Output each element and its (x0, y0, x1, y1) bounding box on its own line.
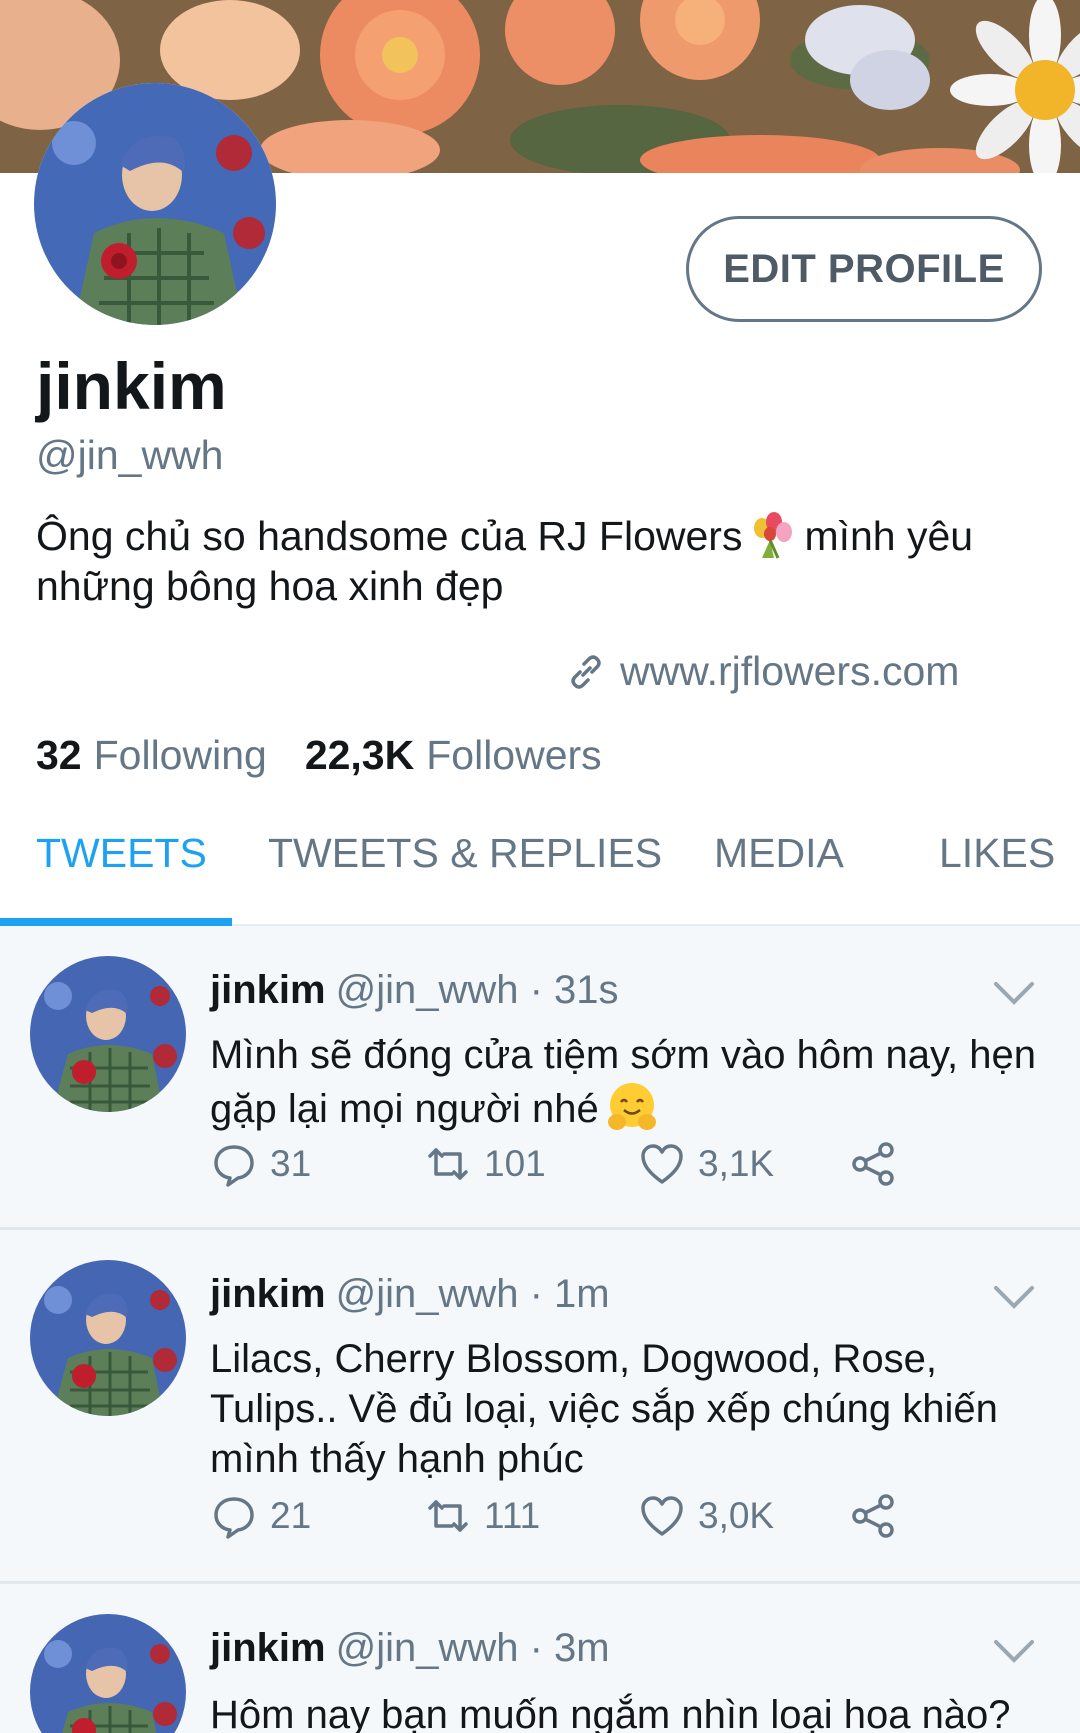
tweet-author-name[interactable]: jinkim (210, 1626, 326, 1670)
tweet-header: jinkim @jin_wwh · 3m (210, 1626, 610, 1671)
tab-tweets[interactable]: TWEETS (36, 830, 207, 877)
following-label: Following (93, 732, 267, 778)
profile-display-name: jinkim (36, 349, 227, 423)
bouquet-emoji (754, 512, 793, 559)
following-count: 32 (36, 732, 82, 778)
reply-icon (214, 1497, 254, 1539)
tweet-item[interactable]: jinkim @jin_wwh · 3m Hôm nay bạn muốn ngắ… (0, 1584, 1080, 1733)
reply-count: 31 (270, 1143, 312, 1184)
share-icon (852, 1494, 894, 1538)
profile-tabs: TWEETS TWEETS & REPLIES MEDIA LIKES (0, 800, 1080, 926)
retweet-count: 101 (484, 1143, 546, 1184)
tweet-text: Lilacs, Cherry Blossom, Dogwood, Rose, T… (210, 1337, 998, 1481)
bio-text-part1: Ông chủ so handsome của RJ Flowers (36, 513, 743, 559)
website-text: www.rjflowers.com (620, 648, 960, 694)
following-stat[interactable]: 32 Following (36, 732, 267, 779)
tweet-timestamp: · 3m (529, 1626, 610, 1670)
tweet-item[interactable]: jinkim @jin_wwh · 1m Lilacs, Cherry Bloss… (0, 1230, 1080, 1584)
tab-media[interactable]: MEDIA (714, 830, 844, 877)
retweet-icon (428, 1148, 468, 1180)
reply-button[interactable]: 21 (210, 1492, 311, 1540)
followers-stat[interactable]: 22,3K Followers (305, 732, 602, 779)
reply-button[interactable]: 31 (210, 1140, 311, 1188)
chevron-down-icon[interactable] (992, 978, 1036, 1008)
tweet-header: jinkim @jin_wwh · 31s (210, 968, 619, 1013)
like-count: 3,0K (698, 1495, 775, 1536)
retweet-button[interactable]: 111 (424, 1492, 540, 1540)
profile-website-link[interactable]: www.rjflowers.com (566, 648, 959, 695)
reply-count: 21 (270, 1495, 312, 1536)
retweet-count: 111 (484, 1495, 541, 1536)
tab-likes[interactable]: LIKES (939, 830, 1055, 877)
avatar-image (34, 83, 276, 325)
active-tab-indicator (0, 918, 232, 926)
tweet-item[interactable]: jinkim @jin_wwh · 31s Mình sẽ đóng cửa ti… (0, 926, 1080, 1230)
tweet-avatar[interactable] (30, 1614, 186, 1733)
chevron-down-icon[interactable] (992, 1282, 1036, 1312)
tweet-feed[interactable]: jinkim @jin_wwh · 31s Mình sẽ đóng cửa ti… (0, 926, 1080, 1733)
tweet-author-handle: @jin_wwh (335, 1626, 519, 1670)
tweet-actions: 31 101 3,1K (210, 1140, 910, 1190)
tab-tweets-replies[interactable]: TWEETS & REPLIES (268, 830, 662, 877)
chevron-down-icon[interactable] (992, 1636, 1036, 1666)
link-icon (571, 654, 601, 689)
retweet-button[interactable]: 101 (424, 1140, 546, 1188)
retweet-icon (428, 1500, 468, 1532)
tweet-timestamp: · 31s (529, 968, 619, 1012)
tweet-actions: 21 111 3,0K (210, 1492, 910, 1542)
tweet-timestamp: · 1m (529, 1272, 610, 1316)
reply-icon (214, 1145, 254, 1187)
share-icon (852, 1142, 894, 1186)
profile-bio: Ông chủ so handsome của RJ Flowers mình … (36, 510, 1026, 611)
profile-stats: 32 Following 22,3K Followers (36, 732, 640, 779)
tweet-author-name[interactable]: jinkim (210, 1272, 326, 1316)
like-icon (641, 1496, 683, 1536)
like-icon (641, 1144, 683, 1184)
tweet-text: Mình sẽ đóng cửa tiệm sớm vào hôm nay, h… (210, 1030, 1050, 1134)
hugging-face-emoji (607, 1083, 656, 1130)
tweet-header: jinkim @jin_wwh · 1m (210, 1272, 610, 1317)
followers-label: Followers (426, 732, 602, 778)
share-button[interactable] (850, 1492, 910, 1540)
profile-handle: @jin_wwh (36, 432, 224, 478)
profile-avatar[interactable] (34, 83, 276, 325)
tweet-avatar[interactable] (30, 956, 186, 1112)
tweet-avatar[interactable] (30, 1260, 186, 1416)
like-button[interactable]: 3,1K (638, 1140, 774, 1188)
like-button[interactable]: 3,0K (638, 1492, 774, 1540)
tweet-text: Hôm nay bạn muốn ngắm nhìn loại hoa nào? (210, 1693, 1011, 1733)
tweet-author-handle: @jin_wwh (335, 968, 519, 1012)
followers-count: 22,3K (304, 732, 415, 778)
share-button[interactable] (850, 1140, 910, 1188)
edit-profile-button[interactable]: EDIT PROFILE (686, 216, 1042, 322)
tweet-author-name[interactable]: jinkim (210, 968, 326, 1012)
tweet-author-handle: @jin_wwh (335, 1272, 519, 1316)
like-count: 3,1K (698, 1143, 775, 1184)
